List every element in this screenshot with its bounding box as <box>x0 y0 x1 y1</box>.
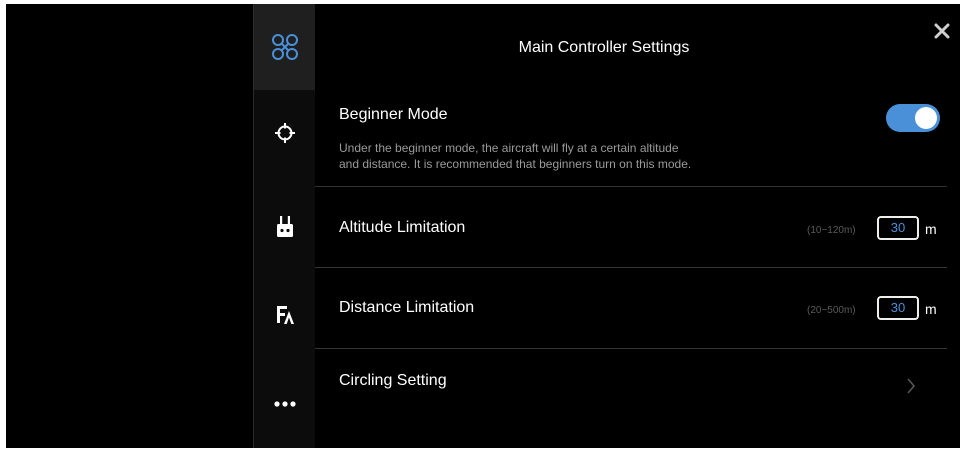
circling-setting-chevron[interactable] <box>905 377 917 400</box>
page-title: Main Controller Settings <box>518 39 690 56</box>
crosshair-icon <box>274 123 295 143</box>
divider <box>315 348 947 349</box>
sidebar-item-display[interactable] <box>254 272 315 358</box>
display-settings-icon <box>276 306 294 324</box>
beginner-mode-label: Beginner Mode <box>339 106 448 123</box>
beginner-mode-description-line2: and distance. It is recommended that beg… <box>339 157 692 171</box>
altitude-limit-input[interactable] <box>877 216 919 240</box>
drone-icon <box>271 34 298 60</box>
screen: Main Controller Settings Beginner Mode U… <box>6 4 960 448</box>
sidebar-item-gimbal[interactable] <box>254 90 315 176</box>
chevron-right-icon <box>907 378 916 394</box>
divider <box>315 267 947 268</box>
close-icon <box>934 23 950 39</box>
distance-range-hint: (20~500m) <box>807 305 856 316</box>
altitude-limitation-label: Altitude Limitation <box>339 219 466 236</box>
beginner-mode-toggle[interactable] <box>886 104 940 132</box>
remote-controller-icon <box>276 216 293 237</box>
sidebar-item-more[interactable] <box>254 361 315 447</box>
altitude-range-hint: (10~120m) <box>807 225 856 236</box>
close-button[interactable] <box>932 21 952 41</box>
distance-unit: m <box>925 301 937 317</box>
altitude-unit: m <box>925 221 937 237</box>
toggle-knob <box>915 107 937 129</box>
sidebar-item-remote-controller[interactable] <box>254 184 315 270</box>
more-icon <box>273 401 296 407</box>
sidebar-item-aircraft[interactable] <box>254 4 315 90</box>
circling-setting-label[interactable]: Circling Setting <box>339 372 447 390</box>
beginner-mode-description: Under the beginner mode, the aircraft wi… <box>339 140 809 172</box>
beginner-mode-description-line1: Under the beginner mode, the aircraft wi… <box>339 141 679 155</box>
distance-limitation-label: Distance Limitation <box>339 299 475 316</box>
sidebar <box>253 4 316 448</box>
distance-limit-input[interactable] <box>877 296 919 320</box>
settings-panel: Main Controller Settings Beginner Mode U… <box>315 4 960 448</box>
divider <box>315 186 947 187</box>
